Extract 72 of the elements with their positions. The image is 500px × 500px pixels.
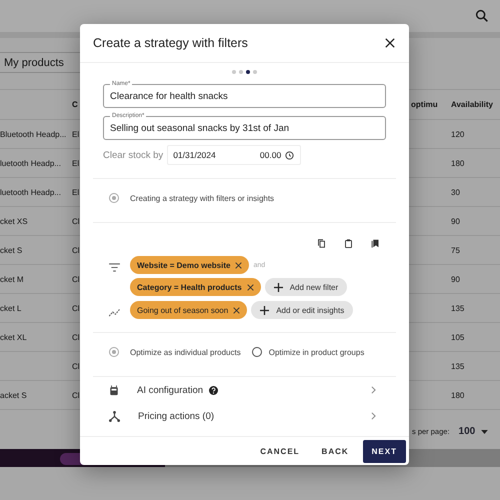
section-row[interactable]: AI configuration — [103, 377, 386, 403]
column-header: optimu — [411, 100, 439, 109]
table-cell-text: luetooth Headp... — [0, 188, 62, 196]
table-cell: Cl — [72, 216, 80, 226]
table-cell-text: 75 — [451, 246, 461, 254]
table-cell-text: cket S — [0, 246, 24, 254]
date-field[interactable]: 01/31/2024 — [173, 150, 216, 160]
table-cell-text: cket L — [0, 304, 22, 312]
radio-button[interactable] — [252, 347, 262, 357]
filter-icon — [109, 263, 120, 272]
table-cell: El — [72, 130, 80, 138]
trend-icon — [109, 308, 120, 317]
chevron-icon — [371, 386, 376, 394]
clock-icon[interactable] — [285, 150, 294, 160]
next-button[interactable]: NEXT — [362, 440, 406, 462]
add-insights-button[interactable]: Add or edit insights — [251, 301, 354, 319]
filter-chip[interactable]: Category = Health products — [130, 278, 261, 296]
dialog-title: Create a strategy with filters — [93, 36, 248, 50]
search-icon[interactable] — [474, 8, 490, 24]
table-cell-text: 30 — [451, 188, 461, 196]
radio-label: Creating a strategy with filters or insights — [130, 194, 274, 202]
plus-icon — [274, 282, 283, 292]
radio-label: Optimize as individual products — [130, 348, 241, 356]
table-cell: Cl — [72, 304, 80, 312]
table-cell: Cl — [72, 274, 80, 284]
radio-label: Optimize in product groups — [268, 348, 364, 356]
help-icon[interactable] — [209, 386, 218, 394]
copy-icon[interactable] — [317, 239, 326, 248]
table-cell: Cl — [72, 246, 80, 254]
text-button[interactable]: CANCEL — [252, 440, 308, 462]
table-cell: El — [72, 158, 80, 168]
table-cell-text: 90 — [451, 216, 461, 226]
caret-icon — [481, 430, 488, 434]
table-cell-text: cket M — [0, 274, 25, 284]
column-header: Availability — [451, 100, 494, 109]
table-cell-text: 135 — [451, 362, 466, 370]
table-cell: Cl — [72, 332, 80, 342]
robot-icon — [109, 384, 119, 396]
clipboard-icon[interactable] — [344, 239, 353, 248]
time-field[interactable]: 00.00 — [260, 150, 282, 160]
section-row[interactable]: Pricing actions (0) — [103, 403, 386, 429]
bookmarks-icon[interactable] — [371, 239, 380, 248]
chevron-icon — [371, 412, 376, 420]
close-icon[interactable] — [385, 38, 395, 48]
table-cell-text: 135 — [451, 304, 466, 312]
table-cell-text: 180 — [451, 158, 466, 168]
text-button[interactable]: BACK — [314, 440, 357, 462]
branch-icon — [109, 410, 120, 422]
table-cell-text: acket S — [0, 390, 28, 400]
table-cell-text: 120 — [451, 130, 466, 138]
table-cell-text: 105 — [451, 332, 466, 342]
radio-button[interactable] — [109, 347, 119, 357]
column-header: C — [72, 100, 79, 109]
clear-stock-label: Clear stock by — [103, 150, 164, 160]
plus-icon — [260, 306, 270, 314]
filter-chip[interactable]: Website = Demo website — [130, 256, 250, 274]
insight-chip[interactable]: Going out of season soon — [130, 301, 248, 319]
table-cell-text: Bluetooth Headp... — [0, 130, 68, 138]
table-cell-text: 180 — [451, 390, 466, 400]
table-cell: El — [72, 188, 80, 196]
table-cell-text: cket XS — [0, 216, 29, 226]
rows-per-page-select[interactable]: 100 — [458, 426, 476, 437]
remove-icon[interactable] — [235, 262, 242, 268]
table-cell: Cl — [72, 390, 80, 400]
table-cell-text: luetooth Headp... — [0, 158, 62, 168]
radio-button[interactable] — [109, 193, 119, 203]
table-cell-text: 90 — [451, 274, 461, 284]
remove-icon[interactable] — [246, 284, 254, 290]
add-filter-button[interactable]: Add new filter — [264, 278, 348, 296]
table-cell-text: cket XL — [0, 332, 28, 342]
remove-icon[interactable] — [233, 306, 240, 314]
table-cell: Cl — [72, 362, 80, 370]
